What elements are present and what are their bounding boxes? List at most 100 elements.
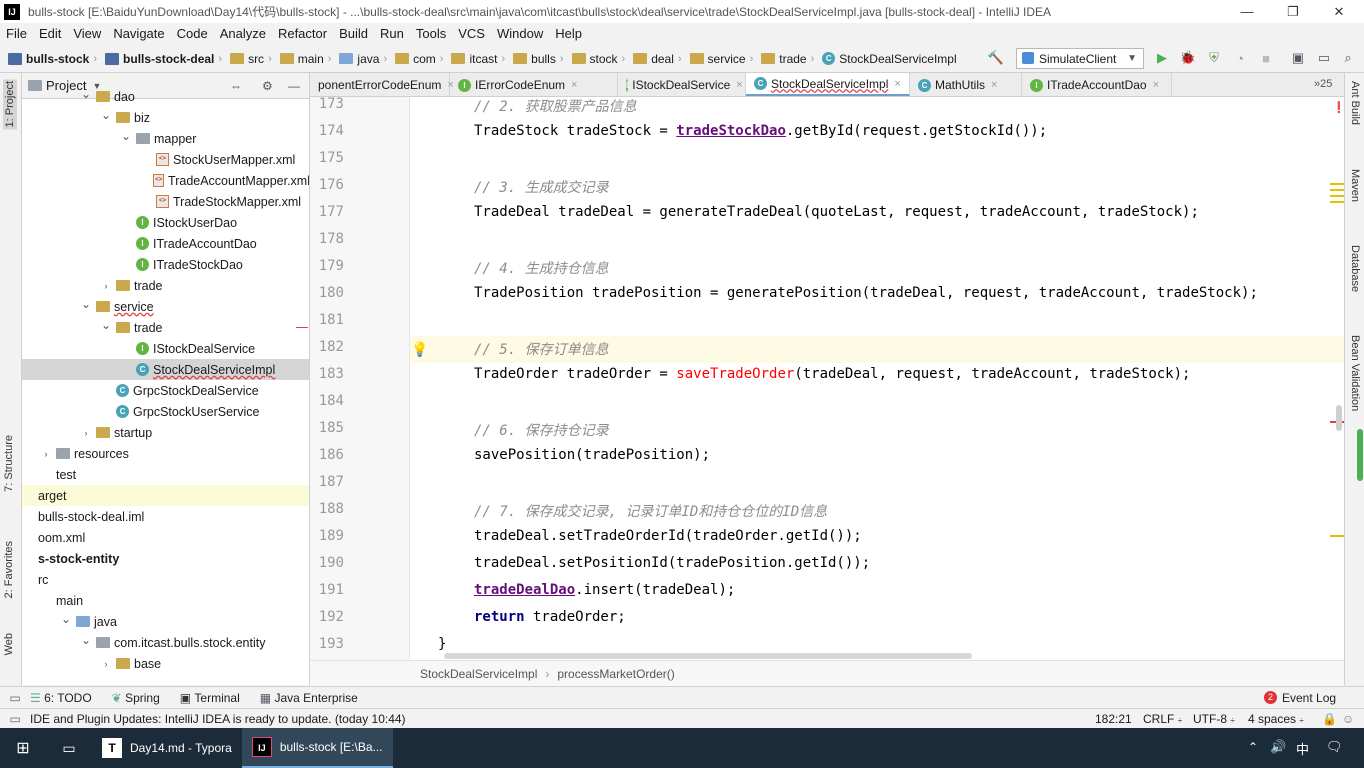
nav-crumb[interactable]: main ›: [278, 52, 338, 66]
caret-position[interactable]: 182:21: [1095, 712, 1132, 726]
tree-node[interactable]: › startup: [22, 422, 309, 443]
intention-bulb-icon[interactable]: 💡: [411, 341, 428, 358]
code-line[interactable]: // 2. 获取股票产品信息: [474, 97, 637, 116]
nav-crumb[interactable]: service ›: [688, 52, 760, 66]
tool-tab-database[interactable]: Database: [1349, 245, 1361, 292]
inspector-icon[interactable]: ☺: [1342, 712, 1354, 726]
code-line[interactable]: // 4. 生成持仓信息: [474, 258, 609, 278]
notification-icon[interactable]: 🗨: [1326, 739, 1343, 755]
line-separator[interactable]: CRLF ÷: [1143, 712, 1182, 726]
chevron-down-icon[interactable]: ⌄: [80, 87, 92, 101]
tree-node[interactable]: I ITradeStockDao: [22, 254, 309, 275]
search-everywhere-icon[interactable]: ⌕: [1340, 50, 1356, 66]
menu-navigate[interactable]: Navigate: [107, 26, 170, 41]
build-hammer-icon[interactable]: 🔨: [988, 50, 1004, 66]
menu-tools[interactable]: Tools: [410, 26, 452, 41]
tree-node[interactable]: <> TradeAccountMapper.xml: [22, 170, 309, 191]
tool-tab-web[interactable]: Web: [3, 633, 15, 655]
chevron-down-icon[interactable]: ⌄: [60, 612, 72, 626]
tree-node[interactable]: › resources: [22, 443, 309, 464]
tree-node[interactable]: ⌄ com.itcast.bulls.stock.entity: [22, 632, 309, 653]
chevron-down-icon[interactable]: ⌄: [100, 108, 112, 122]
chevron-right-icon[interactable]: ›: [80, 428, 92, 438]
menu-refactor[interactable]: Refactor: [272, 26, 333, 41]
vertical-scrollbar[interactable]: [1336, 405, 1342, 431]
tree-node[interactable]: › trade: [22, 275, 309, 296]
tree-node[interactable]: C GrpcStockUserService: [22, 401, 309, 422]
code-line[interactable]: return tradeOrder;: [474, 609, 626, 625]
tree-node[interactable]: rc: [22, 569, 309, 590]
tool-tab-ant-build[interactable]: Ant Build: [1349, 81, 1361, 125]
menu-run[interactable]: Run: [374, 26, 410, 41]
stop-icon[interactable]: ■: [1258, 50, 1274, 66]
chevron-right-icon[interactable]: ›: [100, 281, 112, 291]
nav-crumb[interactable]: C StockDealServiceImpl: [820, 52, 958, 66]
code-line[interactable]: // 3. 生成成交记录: [474, 177, 609, 197]
code-editor[interactable]: 173 174 175 176 177 178 179 180 181 182 183 184 185 1…: [310, 97, 1344, 660]
nav-crumb[interactable]: bulls-stock ›: [6, 52, 103, 66]
menu-window[interactable]: Window: [491, 26, 549, 41]
tree-node[interactable]: › base: [22, 653, 309, 674]
code-line[interactable]: TradeOrder tradeOrder = saveTradeOrder(t…: [474, 366, 1190, 382]
tree-node[interactable]: <> StockUserMapper.xml: [22, 149, 309, 170]
tree-node[interactable]: test: [22, 464, 309, 485]
horizontal-scrollbar[interactable]: [444, 653, 972, 659]
close-tab-icon[interactable]: ×: [571, 79, 577, 91]
warning-marker[interactable]: [1330, 183, 1344, 185]
event-log-button[interactable]: 2 Event Log: [1264, 691, 1336, 705]
nav-crumb[interactable]: deal ›: [631, 52, 687, 66]
tree-node[interactable]: arget: [22, 485, 309, 506]
nav-crumb[interactable]: itcast ›: [449, 52, 511, 66]
close-tab-icon[interactable]: ×: [894, 78, 900, 90]
tool-tab-bean-validation[interactable]: Bean Validation: [1349, 335, 1361, 411]
tool-tab-todo[interactable]: ☰ 6: TODO: [30, 691, 92, 705]
close-tab-icon[interactable]: ×: [736, 79, 742, 91]
chevron-down-icon[interactable]: ⌄: [80, 297, 92, 311]
chevron-down-icon[interactable]: ⌄: [100, 318, 112, 332]
close-button[interactable]: ✕: [1316, 0, 1362, 23]
task-view-icon[interactable]: ▭: [46, 728, 92, 768]
lock-icon[interactable]: 🔒: [1322, 712, 1337, 726]
tool-windows-icon[interactable]: ▭: [0, 691, 30, 705]
tool-tab-java-enterprise[interactable]: ▦ Java Enterprise: [260, 691, 358, 705]
chevron-down-icon[interactable]: ⌄: [120, 129, 132, 143]
code-line[interactable]: tradeDealDao.insert(tradeDeal);: [474, 582, 735, 598]
project-structure-icon[interactable]: ▣: [1290, 50, 1306, 66]
editor-tab[interactable]: C StockDealServiceImpl ×: [746, 73, 910, 96]
nav-crumb[interactable]: bulls ›: [511, 52, 569, 66]
tree-node[interactable]: ⌄ java: [22, 611, 309, 632]
close-tab-icon[interactable]: ×: [991, 79, 997, 91]
code-line[interactable]: // 7. 保存成交记录, 记录订单ID和持仓仓位的ID信息: [474, 501, 827, 521]
run-icon[interactable]: ▶: [1154, 50, 1170, 66]
tree-node[interactable]: C GrpcStockDealService: [22, 380, 309, 401]
tree-node[interactable]: I IStockUserDao: [22, 212, 309, 233]
chevron-down-icon[interactable]: ⌄: [80, 633, 92, 647]
editor-tab[interactable]: C MathUtils ×: [910, 73, 1022, 96]
close-tab-icon[interactable]: ×: [1153, 79, 1159, 91]
menu-view[interactable]: View: [67, 26, 107, 41]
breadcrumb-method[interactable]: processMarketOrder(): [557, 667, 674, 681]
tree-node[interactable]: ⌄ mapper: [22, 128, 309, 149]
nav-crumb[interactable]: java ›: [337, 52, 393, 66]
tab-overflow-count[interactable]: »25: [1314, 78, 1332, 90]
profile-icon[interactable]: ◔: [1232, 50, 1248, 66]
indent-setting[interactable]: 4 spaces ÷: [1248, 712, 1304, 726]
editor-tab[interactable]: I IStockDealService ×: [618, 73, 746, 96]
maximize-button[interactable]: ❐: [1270, 0, 1316, 23]
menu-code[interactable]: Code: [171, 26, 214, 41]
nav-crumb[interactable]: bulls-stock-deal ›: [103, 52, 228, 66]
run-configuration-select[interactable]: SimulateClient ▼: [1016, 48, 1144, 69]
menu-edit[interactable]: Edit: [33, 26, 67, 41]
tree-node[interactable]: I IStockDealService: [22, 338, 309, 359]
breadcrumb-class[interactable]: StockDealServiceImpl: [420, 667, 537, 681]
tool-tab-structure[interactable]: 7: Structure: [3, 435, 15, 492]
windows-start-icon[interactable]: ⊞: [0, 728, 46, 768]
menu-analyze[interactable]: Analyze: [214, 26, 272, 41]
debug-icon[interactable]: 🐞: [1180, 50, 1196, 66]
taskbar-item-intellij[interactable]: IJ bulls-stock [E:\Ba...: [241, 728, 393, 768]
status-toggle-icon[interactable]: ▭: [0, 712, 30, 726]
status-message[interactable]: IDE and Plugin Updates: IntelliJ IDEA is…: [30, 712, 406, 726]
tool-tab-project[interactable]: 1: Project: [3, 79, 17, 130]
ime-indicator[interactable]: 中: [1296, 739, 1309, 758]
tree-node[interactable]: C StockDealServiceImpl: [22, 359, 309, 380]
